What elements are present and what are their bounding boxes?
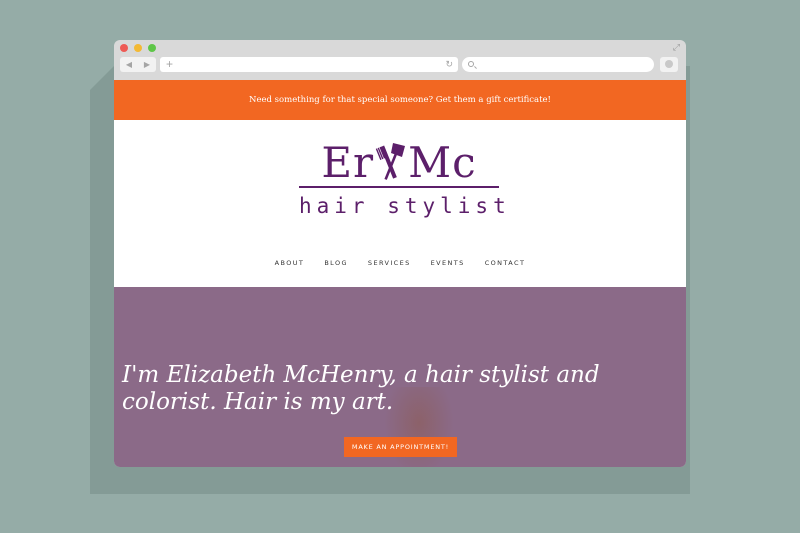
browser-window: ⤢ ◀ ▶ + ↻ Need something for that specia…	[114, 40, 686, 467]
expand-icon[interactable]: ⤢	[673, 43, 680, 52]
site-header: Er Mc hair stylist ABOUT BLOG SERVICES E…	[114, 120, 686, 287]
close-window-button[interactable]	[120, 44, 128, 52]
new-tab-plus-icon[interactable]: +	[166, 57, 173, 72]
nav-events[interactable]: EVENTS	[431, 259, 465, 267]
logo-wordmark: Er Mc	[299, 138, 499, 187]
browser-toolbar: ◀ ▶ + ↻	[114, 54, 686, 76]
hero-section: I'm Elizabeth McHenry, a hair stylist an…	[114, 287, 686, 467]
announcement-text[interactable]: Need something for that special someone?…	[249, 95, 551, 105]
back-arrow-icon[interactable]: ◀	[126, 60, 132, 69]
announcement-bar[interactable]: Need something for that special someone?…	[114, 80, 686, 120]
search-input[interactable]	[462, 57, 654, 72]
make-appointment-button[interactable]: MAKE AN APPOINTMENT!	[344, 437, 457, 457]
history-buttons: ◀ ▶	[120, 57, 156, 72]
minimize-window-button[interactable]	[134, 44, 142, 52]
title-bar: ⤢	[114, 40, 686, 54]
forward-arrow-icon[interactable]: ▶	[144, 60, 150, 69]
reload-icon[interactable]: ↻	[445, 57, 453, 72]
comb-and-brush-icon	[375, 143, 406, 180]
hero-headline: I'm Elizabeth McHenry, a hair stylist an…	[122, 362, 600, 415]
logo-subtitle: hair stylist	[299, 193, 511, 218]
nav-blog[interactable]: BLOG	[324, 259, 348, 267]
site-logo[interactable]: Er Mc hair stylist	[299, 138, 511, 229]
zoom-window-button[interactable]	[148, 44, 156, 52]
search-icon	[468, 61, 474, 67]
nav-about[interactable]: ABOUT	[275, 259, 305, 267]
logo-initials-left: Er	[321, 138, 375, 187]
extension-button[interactable]	[660, 57, 678, 72]
main-navigation: ABOUT BLOG SERVICES EVENTS CONTACT	[114, 259, 686, 267]
logo-initials-right: Mc	[408, 138, 477, 187]
nav-services[interactable]: SERVICES	[368, 259, 411, 267]
address-bar[interactable]: + ↻	[160, 57, 458, 72]
nav-contact[interactable]: CONTACT	[485, 259, 526, 267]
